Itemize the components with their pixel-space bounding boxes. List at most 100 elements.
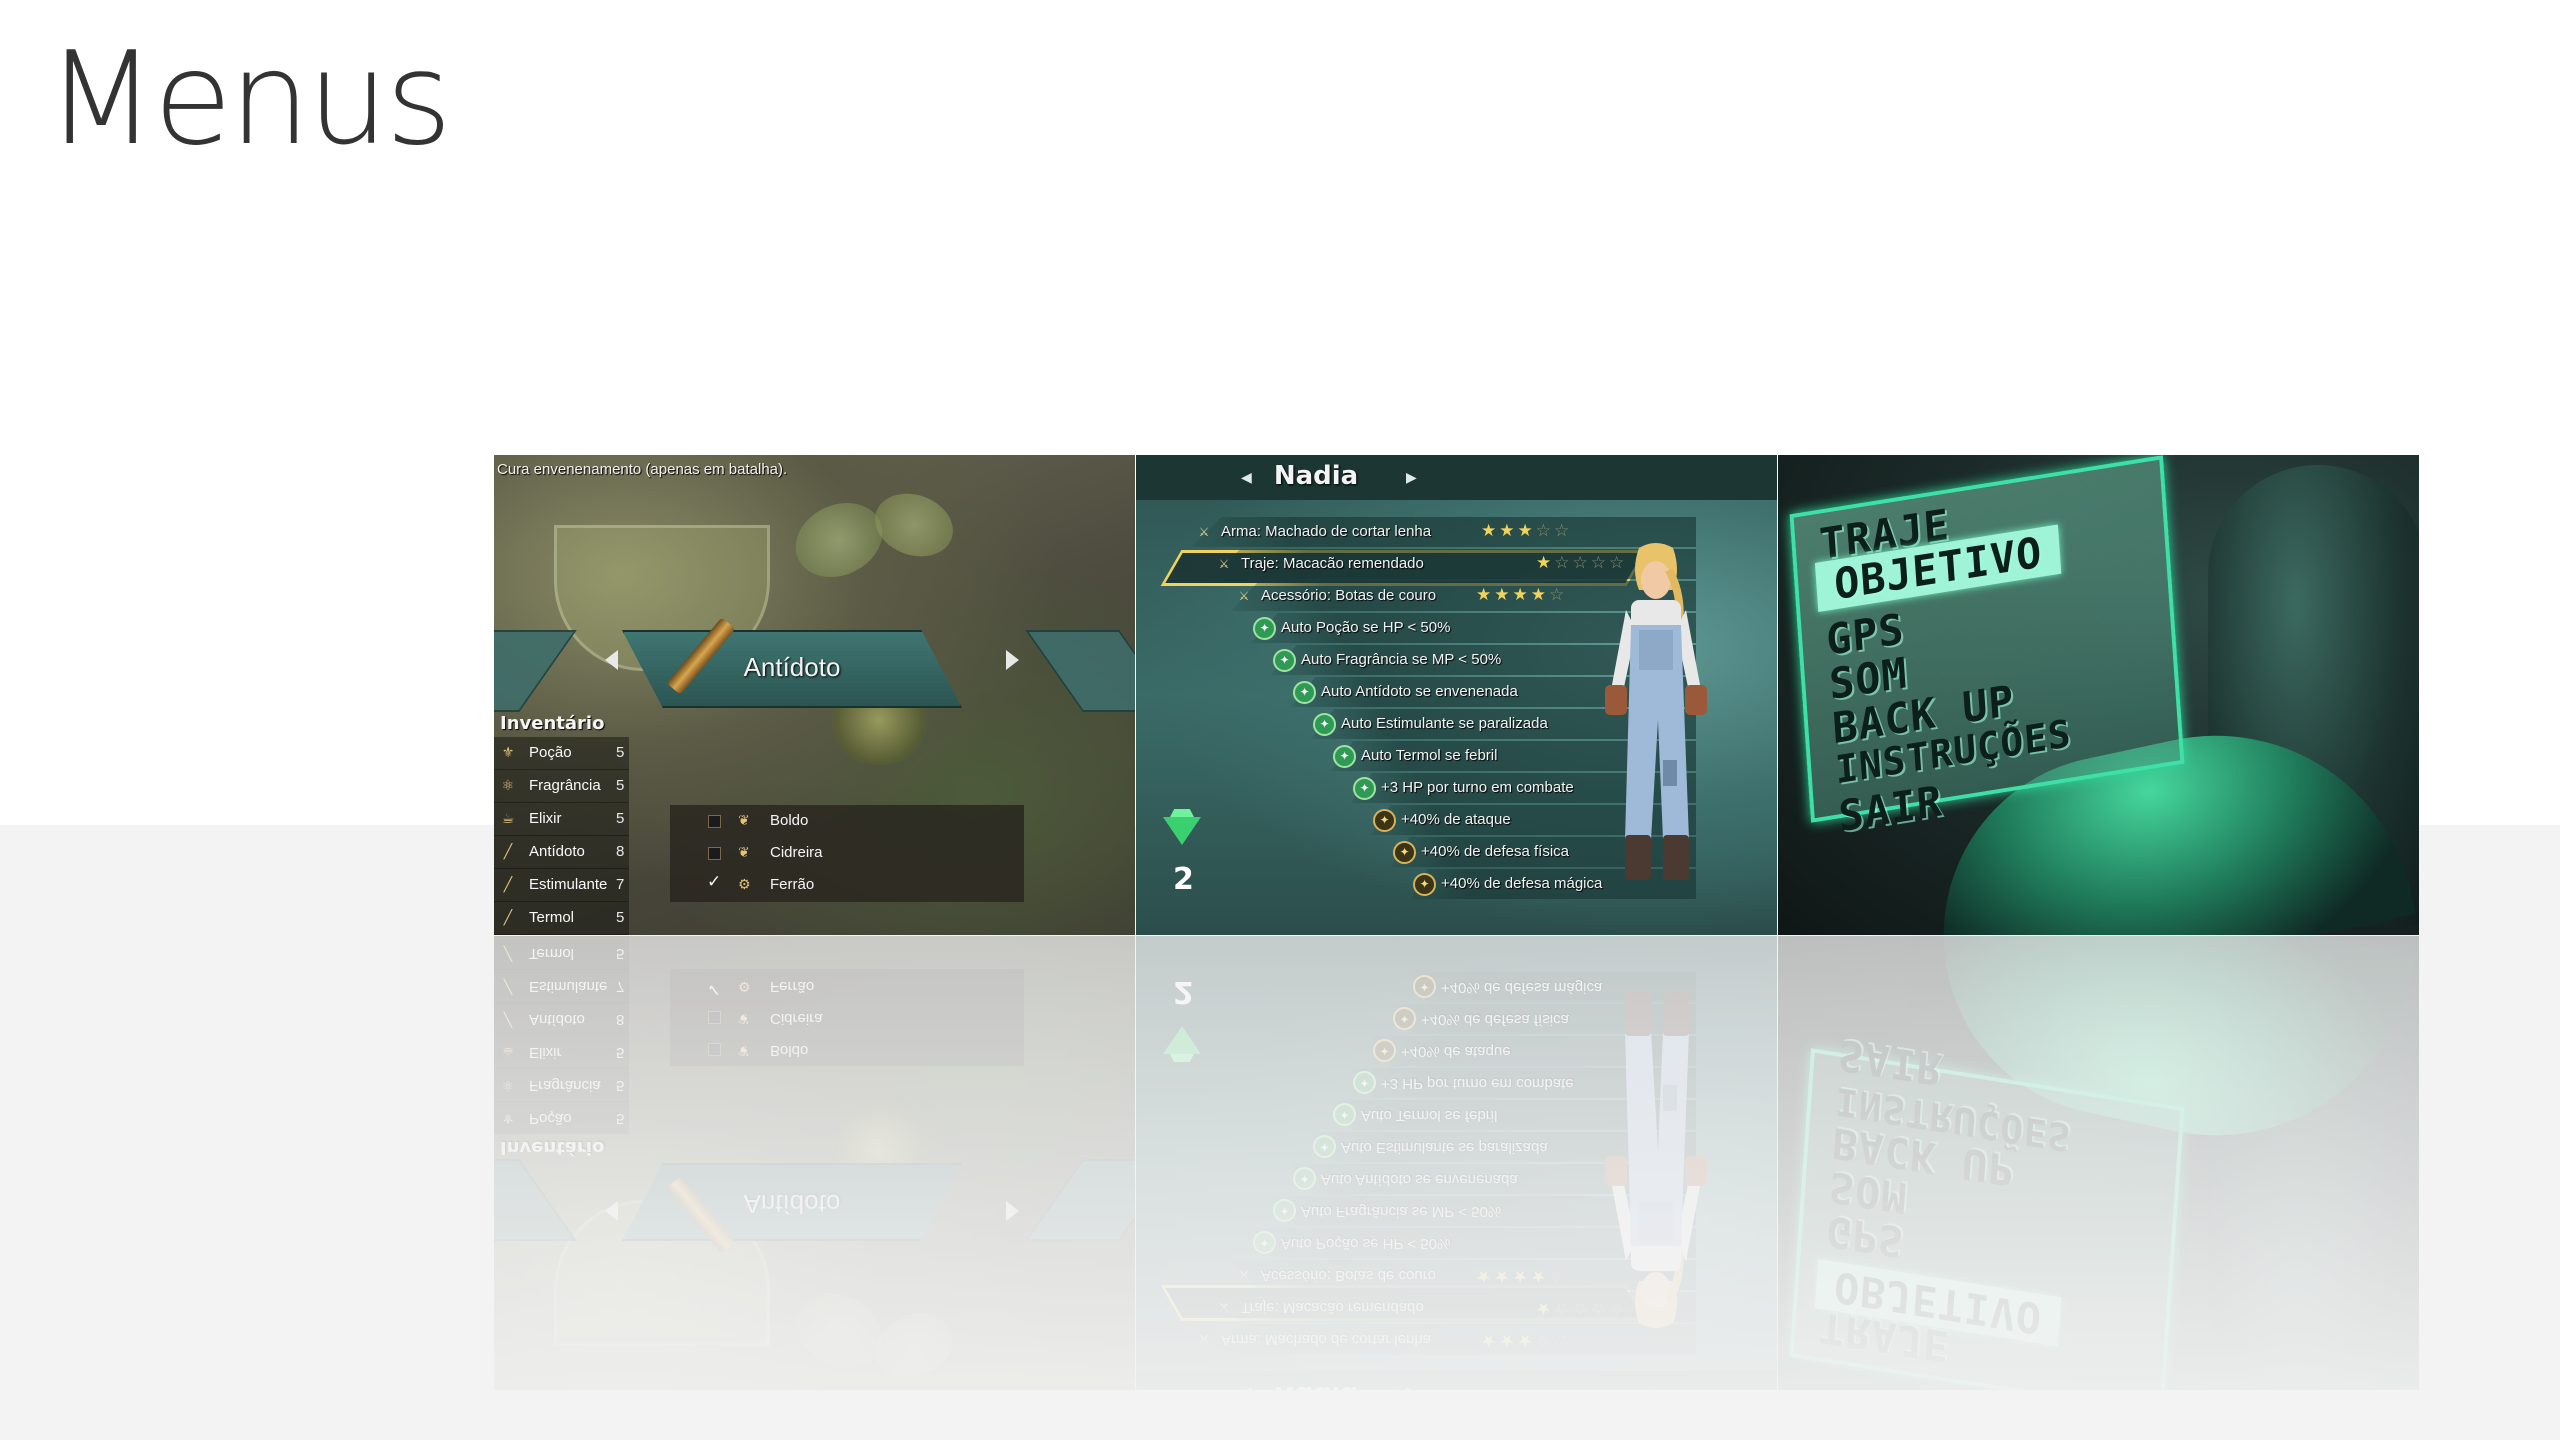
gem-count: 2	[1173, 862, 1194, 897]
item-name: Poção	[529, 744, 572, 761]
inventory-item[interactable]: ╱ Antídoto 8	[494, 836, 629, 869]
skill-icon: ✦	[1353, 777, 1376, 800]
star-empty-icon: ☆	[1535, 521, 1554, 541]
equipment-icon: ⚔	[1238, 589, 1250, 603]
star-filled-icon: ★	[1494, 585, 1513, 605]
star-empty-icon: ☆	[1554, 553, 1573, 573]
leaf-icon: ❦	[738, 845, 750, 861]
main-menu-scene: TRAJE OBJETIVO GPS SOM BACK UP INSTRUÇÕE…	[1778, 455, 2419, 935]
skill-label: +40% de defesa mágica	[1441, 875, 1603, 892]
gem-icon	[1163, 817, 1201, 845]
item-name: Estimulante	[529, 876, 608, 893]
star-filled-icon: ★	[1481, 521, 1500, 541]
item-description: Cura envenenamento (apenas em batalha).	[497, 461, 788, 478]
sting-icon: ⚙	[738, 877, 751, 893]
prev-item-banner	[494, 630, 577, 712]
skill-icon: ✦	[1293, 681, 1316, 704]
main-menu-panel: TRAJE OBJETIVO GPS SOM BACK UP INSTRUÇÕE…	[1789, 455, 2185, 841]
item-qty: 5	[616, 810, 625, 827]
ingredient-row[interactable]: ✓ ⚙ Ferrão	[670, 869, 1024, 901]
item-name: Fragrância	[529, 777, 601, 794]
rating-stars: ★★★★☆	[1476, 585, 1567, 605]
equipment-icon: ⚔	[1218, 557, 1230, 571]
potion-icon: ⚜	[501, 745, 515, 761]
checkbox[interactable]	[708, 847, 721, 860]
inventory-item[interactable]: ╱ Estimulante 7	[494, 869, 629, 902]
ingredient-row[interactable]: ❦ Cidreira	[670, 837, 1024, 869]
termol-icon: ╱	[503, 910, 513, 926]
main-menu-screenshot[interactable]: TRAJE OBJETIVO GPS SOM BACK UP INSTRUÇÕE…	[1778, 455, 2419, 935]
inventory-item[interactable]: ╱ Termol 5	[494, 902, 629, 935]
skill-label: +3 HP por turno em combate	[1381, 779, 1574, 796]
rating-stars: ★★★☆☆	[1481, 521, 1572, 541]
skill-label: Auto Termol se febril	[1361, 747, 1498, 764]
item-name: Termol	[529, 909, 575, 926]
equipment-label: Acessório: Botas de couro	[1261, 587, 1437, 604]
lime-decoration	[783, 489, 895, 591]
checkmark-icon[interactable]: ✓	[707, 872, 721, 892]
arrow-left-icon[interactable]	[605, 650, 618, 670]
item-qty: 5	[616, 744, 625, 761]
arrow-right-icon[interactable]	[1006, 650, 1019, 670]
ingredients-panel: ❦ Boldo ❦ Cidreira ✓ ⚙ Ferrão	[670, 805, 1024, 902]
inventory-scene: Cura envenenamento (apenas em batalha). …	[494, 455, 1135, 935]
item-name: Elixir	[529, 810, 562, 827]
equipment-icon: ⚔	[1198, 525, 1210, 539]
skill-label: Auto Estimulante se paralizada	[1341, 715, 1548, 732]
skill-label: +40% de defesa física	[1421, 843, 1570, 860]
star-filled-icon: ★	[1530, 585, 1549, 605]
ingredient-name: Ferrão	[770, 876, 815, 893]
character-reflection: ◀ Nadia ▶ ⚔Arma: Machado de cortar lenha…	[1136, 936, 1777, 1390]
star-empty-icon: ☆	[1549, 585, 1568, 605]
ingredient-name: Cidreira	[770, 844, 823, 861]
character-name: Nadia	[1273, 461, 1359, 491]
stimulant-icon: ╱	[503, 877, 513, 893]
checkbox[interactable]	[708, 815, 721, 828]
antidote-icon: ╱	[503, 844, 513, 860]
page-title: Menus	[46, 25, 452, 174]
skill-label: Auto Antídoto se envenenada	[1321, 683, 1518, 700]
skill-label: Auto Fragrância se MP < 50%	[1301, 651, 1502, 668]
skill-icon: ✦	[1413, 873, 1436, 896]
character-scene: ◀ Nadia ▶ ⚔ Arma: Machado de cortar lenha…	[1136, 455, 1777, 935]
lime-decoration	[866, 483, 962, 567]
character-portrait	[1605, 543, 1707, 880]
item-qty: 5	[616, 777, 625, 794]
leaf-icon: ❦	[738, 813, 750, 829]
star-filled-icon: ★	[1499, 521, 1518, 541]
equipment-label: Traje: Macacão remendado	[1241, 555, 1424, 572]
screenshot-gallery: Cura envenenamento (apenas em batalha). …	[494, 455, 2419, 1390]
star-filled-icon: ★	[1517, 521, 1536, 541]
inventory-screenshot[interactable]: Cura envenenamento (apenas em batalha). …	[494, 455, 1135, 935]
equipment-label: Arma: Machado de cortar lenha	[1221, 523, 1432, 540]
ingredient-name: Boldo	[770, 812, 809, 829]
item-qty: 8	[616, 843, 625, 860]
skill-icon: ✦	[1373, 809, 1396, 832]
skill-icon: ✦	[1393, 841, 1416, 864]
next-item-banner	[1025, 630, 1135, 712]
next-character-icon[interactable]: ▶	[1406, 470, 1417, 486]
skill-icon: ✦	[1313, 713, 1336, 736]
item-qty: 7	[616, 876, 625, 893]
item-qty: 5	[616, 909, 625, 926]
main-menu-reflection: TRAJE OBJETIVO GPS SOM BACK UP INSTRUÇÕE…	[1778, 936, 2419, 1390]
fragrance-icon: ⚛	[501, 778, 515, 794]
inventory-item[interactable]: ⚜ Poção 5	[494, 737, 629, 770]
selected-item-banner: Antídoto	[622, 630, 962, 708]
character-screenshot[interactable]: ◀ Nadia ▶ ⚔ Arma: Machado de cortar lenha…	[1136, 455, 1777, 935]
inventory-reflection: Cura envenenamento (apenas em batalha). …	[494, 936, 1135, 1390]
skill-label: Auto Poção se HP < 50%	[1281, 619, 1451, 636]
inventory-title: Inventário	[500, 713, 605, 734]
elixir-icon: ☕	[501, 811, 515, 827]
skill-label: +40% de ataque	[1401, 811, 1511, 828]
inventory-item[interactable]: ⚛ Fragrância 5	[494, 770, 629, 803]
skill-icon: ✦	[1253, 617, 1276, 640]
star-filled-icon: ★	[1476, 585, 1495, 605]
star-filled-icon: ★	[1536, 553, 1555, 573]
ingredient-row[interactable]: ❦ Boldo	[670, 805, 1024, 837]
inventory-item[interactable]: ☕ Elixir 5	[494, 803, 629, 836]
star-empty-icon: ☆	[1554, 521, 1573, 541]
skill-icon: ✦	[1273, 649, 1296, 672]
item-name: Antídoto	[529, 843, 585, 860]
inventory-list: ⚜ Poção 5 ⚛ Fragrância 5 ☕ Elixir 5 ╱ Antídoto 8…	[494, 737, 629, 935]
